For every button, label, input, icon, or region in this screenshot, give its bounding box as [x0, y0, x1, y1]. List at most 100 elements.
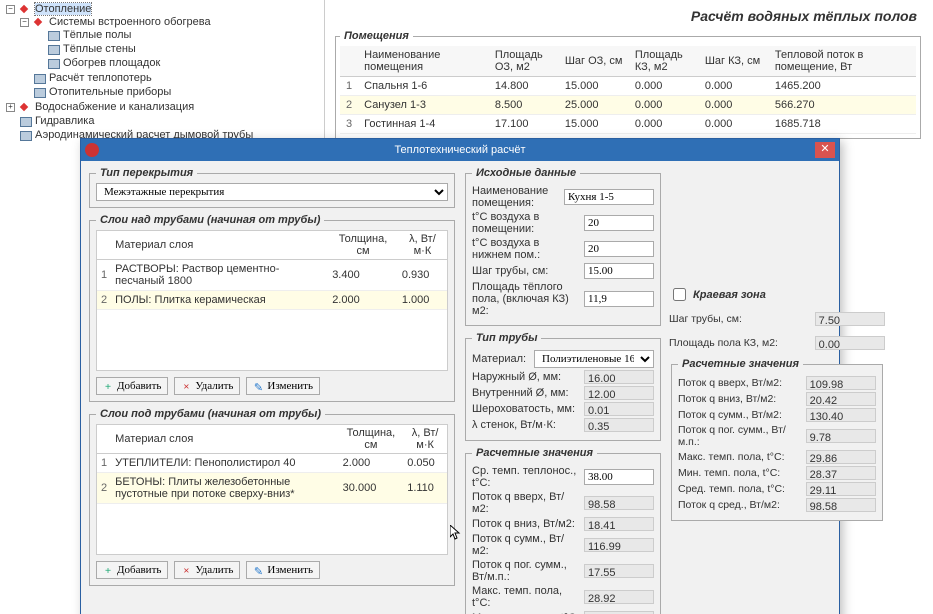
- label-edge-area: Площадь пола КЗ, м2:: [669, 337, 811, 349]
- layers-below-legend: Слои под трубами (начиная от трубы): [96, 408, 325, 420]
- label-lwall: λ стенок, Вт/м·К:: [472, 419, 580, 431]
- button-label: Удалить: [195, 564, 233, 576]
- label-e-qavg: Поток q сред., Вт/м2:: [678, 499, 802, 511]
- room-name-input[interactable]: [564, 189, 654, 205]
- label-room: Наименование помещения:: [472, 185, 560, 209]
- slab-type-legend: Тип перекрытия: [96, 167, 197, 179]
- input-legend: Исходные данные: [472, 167, 580, 179]
- e-tavg-value: 29.11: [806, 482, 876, 496]
- coolant-temp-input[interactable]: [584, 469, 654, 485]
- pipe-rough-value: 0.01: [584, 402, 654, 416]
- e-qavg-value: 98.58: [806, 498, 876, 512]
- label-rough: Шероховатость, мм:: [472, 403, 580, 415]
- qdn-value: 18.41: [584, 517, 654, 531]
- label-tmax: Макс. темп. пола, t°С:: [472, 585, 580, 609]
- plus-icon: [103, 381, 113, 391]
- edge-calc-legend: Расчетные значения: [678, 358, 803, 370]
- col-thickness: Толщина, см: [328, 231, 398, 260]
- above-delete-button[interactable]: Удалить: [174, 377, 240, 395]
- label-id: Внутренний Ø, мм:: [472, 387, 580, 399]
- layers-above-table[interactable]: Материал слоя Толщина, см λ, Вт/м·К 1РАС…: [97, 231, 447, 310]
- label-edge-step: Шаг трубы, см:: [669, 313, 811, 325]
- edge-zone-input[interactable]: [673, 288, 686, 301]
- label-step: Шаг трубы, см:: [472, 265, 580, 277]
- layers-above-legend: Слои над трубами (начиная от трубы): [96, 214, 324, 226]
- button-label: Изменить: [267, 564, 313, 576]
- t-room-input[interactable]: [584, 215, 654, 231]
- e-qsum-value: 130.40: [806, 408, 876, 422]
- layers-below-table[interactable]: Материал слоя Толщина, см λ, Вт/м·К 1УТЕ…: [97, 425, 447, 504]
- label-e-qdn: Поток q вниз, Вт/м2:: [678, 393, 802, 405]
- label-od: Наружный Ø, мм:: [472, 371, 580, 383]
- qsum-value: 116.99: [584, 538, 654, 552]
- below-add-button[interactable]: Добавить: [96, 561, 168, 579]
- pipe-type-group: Тип трубы Материал: Полиэтиленовые 16x2.0…: [465, 332, 661, 441]
- dialog-titlebar[interactable]: Теплотехнический расчёт ✕: [81, 139, 839, 161]
- button-label: Удалить: [195, 380, 233, 392]
- label-pipe-mat: Материал:: [472, 353, 530, 365]
- calc-group: Расчетные значения Ср. темп. теплонос., …: [465, 447, 661, 614]
- tmax-value: 28.92: [584, 590, 654, 604]
- e-tmax-value: 29.86: [806, 450, 876, 464]
- label-area: Площадь тёплого пола, (включая КЗ) м2:: [472, 281, 580, 317]
- button-label: Добавить: [117, 564, 161, 576]
- pipe-step-input[interactable]: [584, 263, 654, 279]
- edge-area-value: 0.00: [815, 336, 885, 350]
- t-below-input[interactable]: [584, 241, 654, 257]
- edit-icon: [253, 381, 263, 391]
- table-row[interactable]: 2БЕТОНЫ: Плиты железобетонные пустотные …: [97, 473, 447, 504]
- pipe-legend: Тип трубы: [472, 332, 541, 344]
- plus-icon: [103, 565, 113, 575]
- label-tlow: t°С воздуха в нижнем пом.:: [472, 237, 580, 261]
- col-thickness: Толщина, см: [339, 425, 404, 454]
- label-qsum: Поток q сумм., Вт/м2:: [472, 533, 580, 557]
- e-qdn-value: 20.42: [806, 392, 876, 406]
- qlin-value: 17.55: [584, 564, 654, 578]
- label-e-tavg: Сред. темп. пола, t°С:: [678, 483, 802, 495]
- modal-backdrop: Теплотехнический расчёт ✕ Тип перекрытия…: [0, 0, 933, 614]
- dialog-title: Теплотехнический расчёт: [105, 144, 815, 156]
- label-e-qup: Поток q вверх, Вт/м2:: [678, 377, 802, 389]
- qup-value: 98.58: [584, 496, 654, 510]
- app-icon: [85, 143, 99, 157]
- input-data-group: Исходные данные Наименование помещения: …: [465, 167, 661, 326]
- delete-icon: [181, 381, 191, 391]
- label-e-tmin: Мин. темп. пола, t°С:: [678, 467, 802, 479]
- floor-area-input[interactable]: [584, 291, 654, 307]
- e-qlin-value: 9.78: [806, 429, 876, 443]
- table-row[interactable]: 1УТЕПЛИТЕЛИ: Пенополистирол 402.0000.050: [97, 454, 447, 473]
- slab-type-group: Тип перекрытия Межэтажные перекрытия: [89, 167, 455, 208]
- below-delete-button[interactable]: Удалить: [174, 561, 240, 579]
- pipe-id-value: 12.00: [584, 386, 654, 400]
- edge-zone-checkbox[interactable]: Краевая зона: [669, 285, 885, 304]
- button-label: Добавить: [117, 380, 161, 392]
- slab-type-select[interactable]: Межэтажные перекрытия: [96, 183, 448, 201]
- below-edit-button[interactable]: Изменить: [246, 561, 320, 579]
- label-thn: Ср. темп. теплонос., t°С:: [472, 465, 580, 489]
- thermal-calc-dialog: Теплотехнический расчёт ✕ Тип перекрытия…: [80, 138, 840, 614]
- col-material: Материал слоя: [111, 425, 339, 454]
- above-edit-button[interactable]: Изменить: [246, 377, 320, 395]
- above-add-button[interactable]: Добавить: [96, 377, 168, 395]
- button-label: Изменить: [267, 380, 313, 392]
- label-qdn: Поток q вниз, Вт/м2:: [472, 518, 580, 530]
- e-qup-value: 109.98: [806, 376, 876, 390]
- col-lambda: λ, Вт/м·К: [398, 231, 447, 260]
- layers-above-group: Слои над трубами (начиная от трубы) Мате…: [89, 214, 455, 402]
- label-tin: t°С воздуха в помещении:: [472, 211, 580, 235]
- edge-zone-label: Краевая зона: [693, 289, 766, 301]
- label-qlin: Поток q пог. сумм., Вт/м.п.:: [472, 559, 580, 583]
- edge-step-value: 7.50: [815, 312, 885, 326]
- table-row[interactable]: 2ПОЛЫ: Плитка керамическая2.0001.000: [97, 291, 447, 310]
- layers-below-group: Слои под трубами (начиная от трубы) Мате…: [89, 408, 455, 586]
- edge-calc-group: Расчетные значения Поток q вверх, Вт/м2:…: [671, 358, 883, 521]
- table-row[interactable]: 1РАСТВОРЫ: Раствор цементно-песчаный 180…: [97, 260, 447, 291]
- pipe-material-select[interactable]: Полиэтиленовые 16x2.0: [534, 350, 654, 368]
- close-button[interactable]: ✕: [815, 142, 835, 158]
- pipe-lambda-value: 0.35: [584, 418, 654, 432]
- e-tmin-value: 28.37: [806, 466, 876, 480]
- label-qup: Поток q вверх, Вт/м2:: [472, 491, 580, 515]
- delete-icon: [181, 565, 191, 575]
- pipe-od-value: 16.00: [584, 370, 654, 384]
- calc-legend: Расчетные значения: [472, 447, 597, 459]
